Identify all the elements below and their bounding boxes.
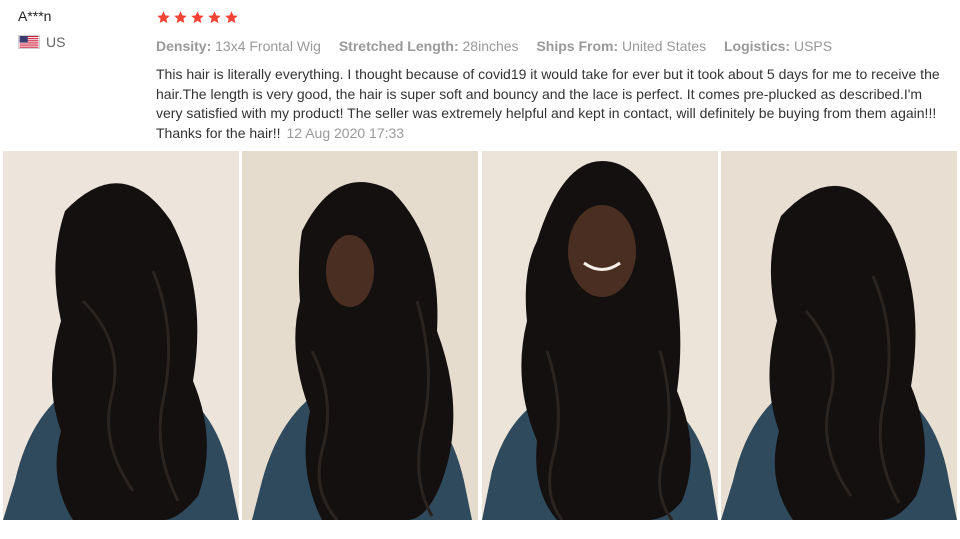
star-icon [225, 10, 238, 23]
review-body: Density: 13x4 Frontal Wig Stretched Leng… [156, 6, 946, 143]
country-code: US [46, 34, 66, 50]
star-rating [156, 6, 946, 28]
star-icon [174, 10, 187, 23]
review-photo-2[interactable] [242, 151, 479, 520]
review-photos [3, 151, 957, 520]
attr-logistics: Logistics: USPS [723, 38, 833, 54]
star-icon [208, 10, 221, 23]
review-photo-1[interactable] [3, 151, 239, 520]
review-attributes: Density: 13x4 Frontal Wig Stretched Leng… [156, 37, 946, 55]
star-icon [191, 10, 204, 23]
attr-stretched-length: Stretched Length: 28inches [338, 38, 519, 54]
review-content: This hair is literally everything. I tho… [156, 66, 940, 141]
review-photo-3[interactable] [481, 151, 718, 520]
review-text: This hair is literally everything. I tho… [156, 65, 946, 143]
review-date: 12 Aug 2020 17:33 [286, 124, 405, 141]
reviewer-info: A***n US [18, 6, 138, 50]
us-flag-icon [18, 35, 40, 49]
attr-ships-from: Ships From: United States [536, 38, 707, 54]
review-photo-4[interactable] [720, 151, 957, 520]
reviewer-name: A***n [18, 8, 52, 24]
attr-density: Density: 13x4 Frontal Wig [156, 38, 321, 54]
reviewer-country: US [18, 34, 138, 50]
star-icon [157, 10, 170, 23]
